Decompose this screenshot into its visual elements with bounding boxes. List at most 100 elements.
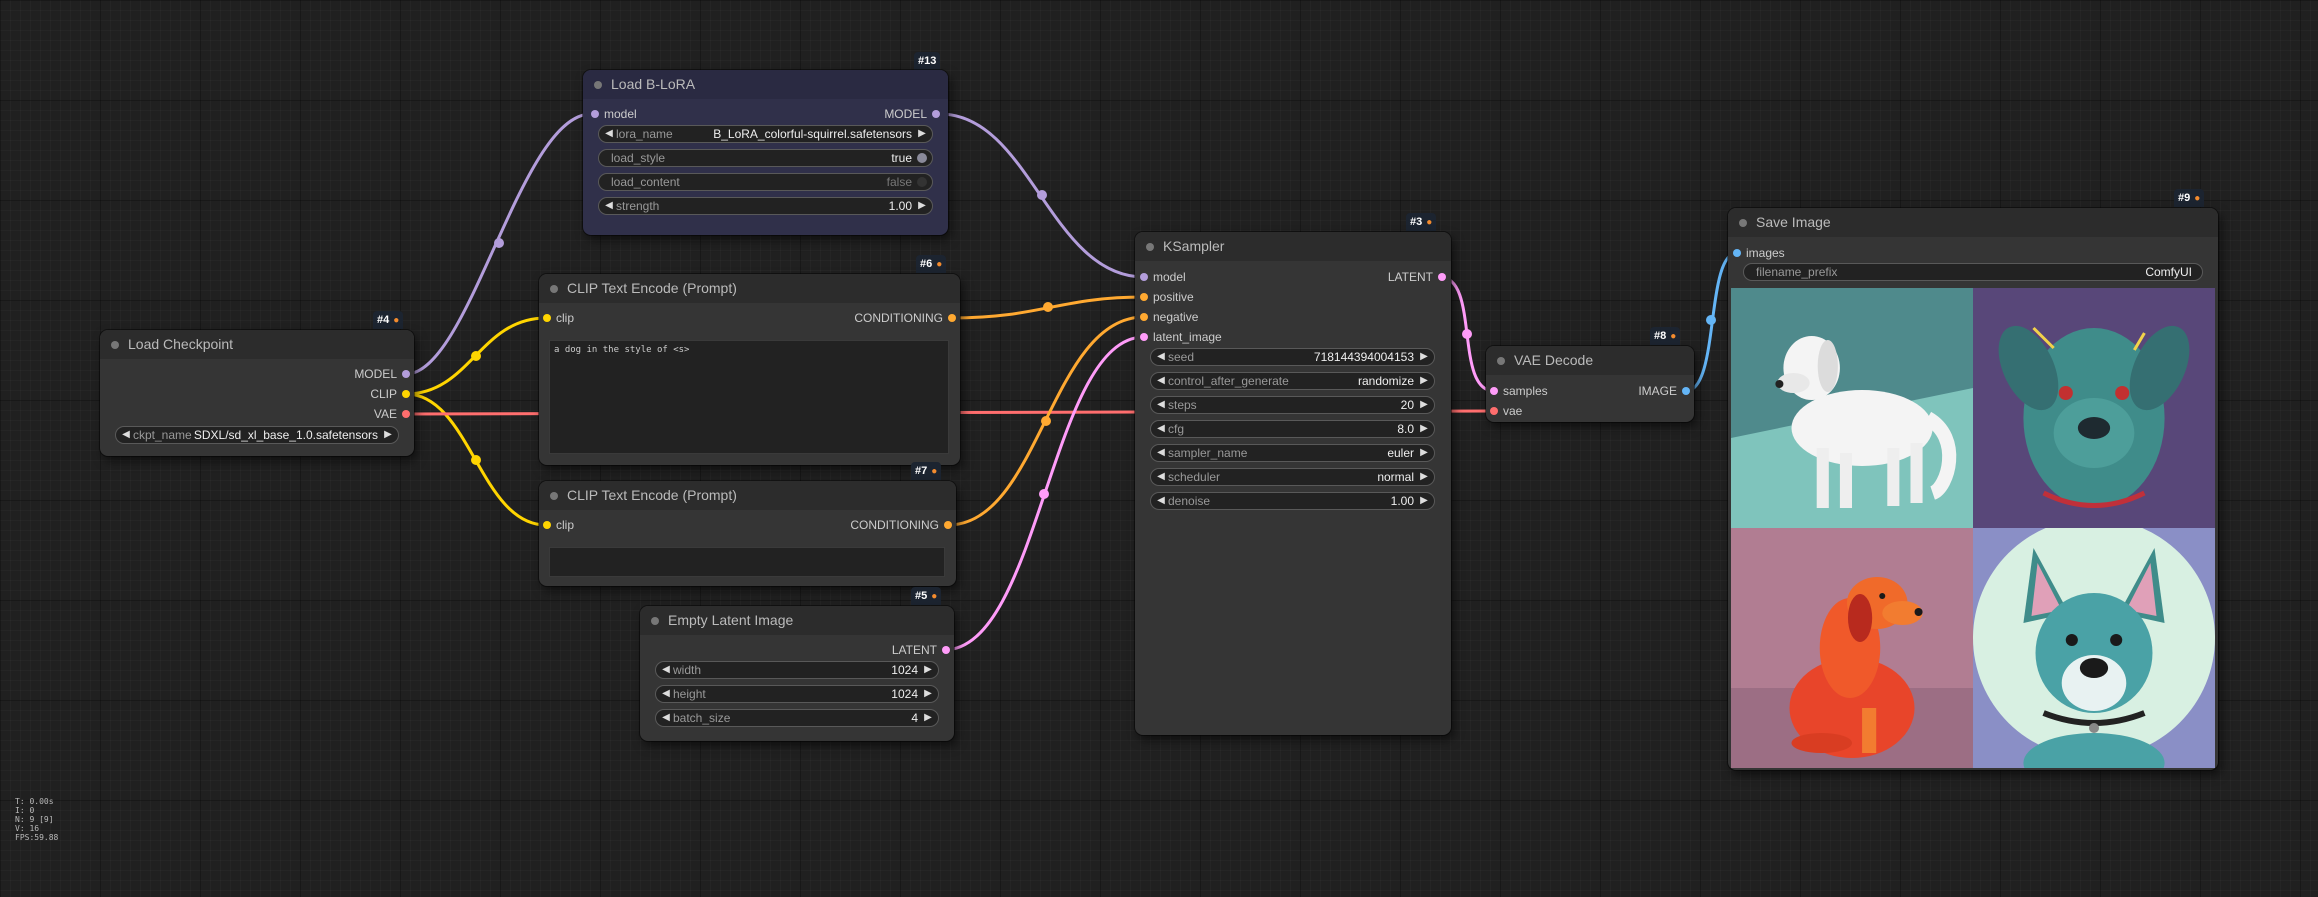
increment-arrow-icon[interactable]: ▶	[1418, 373, 1430, 389]
model-socket-icon[interactable]	[932, 110, 940, 118]
sampler-name-combo[interactable]: ◀ sampler_name euler ▶	[1150, 444, 1435, 462]
control-after-generate-combo[interactable]: ◀ control_after_generate randomize ▶	[1150, 372, 1435, 390]
negative-prompt-textarea[interactable]	[549, 547, 945, 577]
output-slot-latent[interactable]: LATENT	[1388, 270, 1446, 284]
node-title-bar[interactable]: KSampler	[1135, 232, 1451, 261]
model-socket-icon[interactable]	[1140, 273, 1148, 281]
decrement-arrow-icon[interactable]: ◀	[1155, 373, 1167, 389]
decrement-arrow-icon[interactable]: ◀	[1155, 445, 1167, 461]
collapse-dot-icon[interactable]	[550, 492, 558, 500]
increment-arrow-icon[interactable]: ▶	[916, 198, 928, 214]
empty-latent-image-node[interactable]: Empty Latent Image LATENT ◀ width 1024 ▶…	[640, 606, 954, 741]
blue-dog-portrait-image[interactable]	[1973, 528, 2215, 768]
collapse-dot-icon[interactable]	[1146, 243, 1154, 251]
height-number[interactable]: ◀ height 1024 ▶	[655, 685, 939, 703]
latent-socket-icon[interactable]	[1140, 333, 1148, 341]
decrement-arrow-icon[interactable]: ◀	[120, 427, 132, 443]
decrement-arrow-icon[interactable]: ◀	[660, 710, 672, 726]
vae-socket-icon[interactable]	[402, 410, 410, 418]
increment-arrow-icon[interactable]: ▶	[916, 126, 928, 142]
increment-arrow-icon[interactable]: ▶	[1418, 421, 1430, 437]
ckpt-name-combo[interactable]: ◀ ckpt_name SDXL/sd_xl_base_1.0.safetens…	[115, 426, 399, 444]
collapse-dot-icon[interactable]	[111, 341, 119, 349]
node-title-bar[interactable]: VAE Decode	[1486, 346, 1694, 375]
input-slot-vae[interactable]: vae	[1490, 404, 1522, 418]
decrement-arrow-icon[interactable]: ◀	[660, 662, 672, 678]
steps-number[interactable]: ◀ steps 20 ▶	[1150, 396, 1435, 414]
input-slot-negative[interactable]: negative	[1140, 310, 1198, 324]
input-slot-clip[interactable]: clip	[543, 518, 574, 532]
output-slot-latent[interactable]: LATENT	[892, 643, 950, 657]
lora-name-combo[interactable]: ◀ lora_name B_LoRA_colorful-squirrel.saf…	[598, 125, 933, 143]
output-slot-image[interactable]: IMAGE	[1638, 384, 1690, 398]
latent-socket-icon[interactable]	[1490, 387, 1498, 395]
input-slot-clip[interactable]: clip	[543, 311, 574, 325]
latent-socket-icon[interactable]	[942, 646, 950, 654]
clip-socket-icon[interactable]	[543, 521, 551, 529]
collapse-dot-icon[interactable]	[1497, 357, 1505, 365]
decrement-arrow-icon[interactable]: ◀	[1155, 469, 1167, 485]
decrement-arrow-icon[interactable]: ◀	[1155, 349, 1167, 365]
increment-arrow-icon[interactable]: ▶	[382, 427, 394, 443]
increment-arrow-icon[interactable]: ▶	[1418, 397, 1430, 413]
load-blora-node[interactable]: Load B-LoRA model MODEL ◀ lora_name B_Lo…	[583, 70, 948, 235]
increment-arrow-icon[interactable]: ▶	[922, 662, 934, 678]
filename-prefix-input[interactable]: filename_prefix ComfyUI	[1743, 263, 2203, 281]
red-dog-sitting-image[interactable]	[1731, 528, 1973, 768]
load-style-toggle[interactable]: load_style true	[598, 149, 933, 167]
node-title-bar[interactable]: CLIP Text Encode (Prompt)	[539, 274, 960, 303]
vae-decode-node[interactable]: VAE Decode samples vae IMAGE	[1486, 346, 1694, 422]
clip-socket-icon[interactable]	[543, 314, 551, 322]
model-socket-icon[interactable]	[402, 370, 410, 378]
clip-socket-icon[interactable]	[402, 390, 410, 398]
conditioning-socket-icon[interactable]	[948, 314, 956, 322]
denoise-number[interactable]: ◀ denoise 1.00 ▶	[1150, 492, 1435, 510]
strength-number[interactable]: ◀ strength 1.00 ▶	[598, 197, 933, 215]
seed-number[interactable]: ◀ seed 718144394004153 ▶	[1150, 348, 1435, 366]
scheduler-combo[interactable]: ◀ scheduler normal ▶	[1150, 468, 1435, 486]
input-slot-positive[interactable]: positive	[1140, 290, 1194, 304]
toggle-on-knob-icon[interactable]	[917, 153, 927, 163]
decrement-arrow-icon[interactable]: ◀	[603, 198, 615, 214]
conditioning-socket-icon[interactable]	[1140, 313, 1148, 321]
save-image-node[interactable]: Save Image images filename_prefix ComfyU…	[1728, 208, 2218, 770]
output-slot-conditioning[interactable]: CONDITIONING	[854, 311, 956, 325]
batch-size-number[interactable]: ◀ batch_size 4 ▶	[655, 709, 939, 727]
teal-dog-portrait-image[interactable]	[1973, 288, 2215, 528]
input-slot-latent-image[interactable]: latent_image	[1140, 330, 1222, 344]
ksampler-node[interactable]: KSampler model positive negative latent_…	[1135, 232, 1451, 735]
input-slot-samples[interactable]: samples	[1490, 384, 1548, 398]
output-slot-model[interactable]: MODEL	[884, 107, 940, 121]
output-slot-conditioning[interactable]: CONDITIONING	[850, 518, 952, 532]
collapse-dot-icon[interactable]	[594, 81, 602, 89]
node-title-bar[interactable]: Load B-LoRA	[583, 70, 948, 99]
output-slot-model[interactable]: MODEL	[354, 367, 410, 381]
increment-arrow-icon[interactable]: ▶	[1418, 445, 1430, 461]
node-title-bar[interactable]: Empty Latent Image	[640, 606, 954, 635]
collapse-dot-icon[interactable]	[1739, 219, 1747, 227]
model-socket-icon[interactable]	[591, 110, 599, 118]
cfg-number[interactable]: ◀ cfg 8.0 ▶	[1150, 420, 1435, 438]
load-content-toggle[interactable]: load_content false	[598, 173, 933, 191]
clip-text-encode-positive-node[interactable]: CLIP Text Encode (Prompt) clip CONDITION…	[539, 274, 960, 465]
white-dog-image[interactable]	[1731, 288, 1973, 528]
prompt-textarea[interactable]: a dog in the style of <s>	[549, 340, 949, 454]
decrement-arrow-icon[interactable]: ◀	[603, 126, 615, 142]
increment-arrow-icon[interactable]: ▶	[1418, 493, 1430, 509]
image-socket-icon[interactable]	[1682, 387, 1690, 395]
increment-arrow-icon[interactable]: ▶	[922, 710, 934, 726]
decrement-arrow-icon[interactable]: ◀	[1155, 421, 1167, 437]
decrement-arrow-icon[interactable]: ◀	[1155, 493, 1167, 509]
image-socket-icon[interactable]	[1733, 249, 1741, 257]
conditioning-socket-icon[interactable]	[944, 521, 952, 529]
collapse-dot-icon[interactable]	[550, 285, 558, 293]
load-checkpoint-node[interactable]: Load Checkpoint MODEL CLIP VAE ◀ ckpt_na…	[100, 330, 414, 456]
vae-socket-icon[interactable]	[1490, 407, 1498, 415]
increment-arrow-icon[interactable]: ▶	[1418, 349, 1430, 365]
increment-arrow-icon[interactable]: ▶	[922, 686, 934, 702]
decrement-arrow-icon[interactable]: ◀	[1155, 397, 1167, 413]
node-title-bar[interactable]: Save Image	[1728, 208, 2218, 237]
output-slot-vae[interactable]: VAE	[374, 407, 410, 421]
toggle-off-knob-icon[interactable]	[917, 177, 927, 187]
width-number[interactable]: ◀ width 1024 ▶	[655, 661, 939, 679]
